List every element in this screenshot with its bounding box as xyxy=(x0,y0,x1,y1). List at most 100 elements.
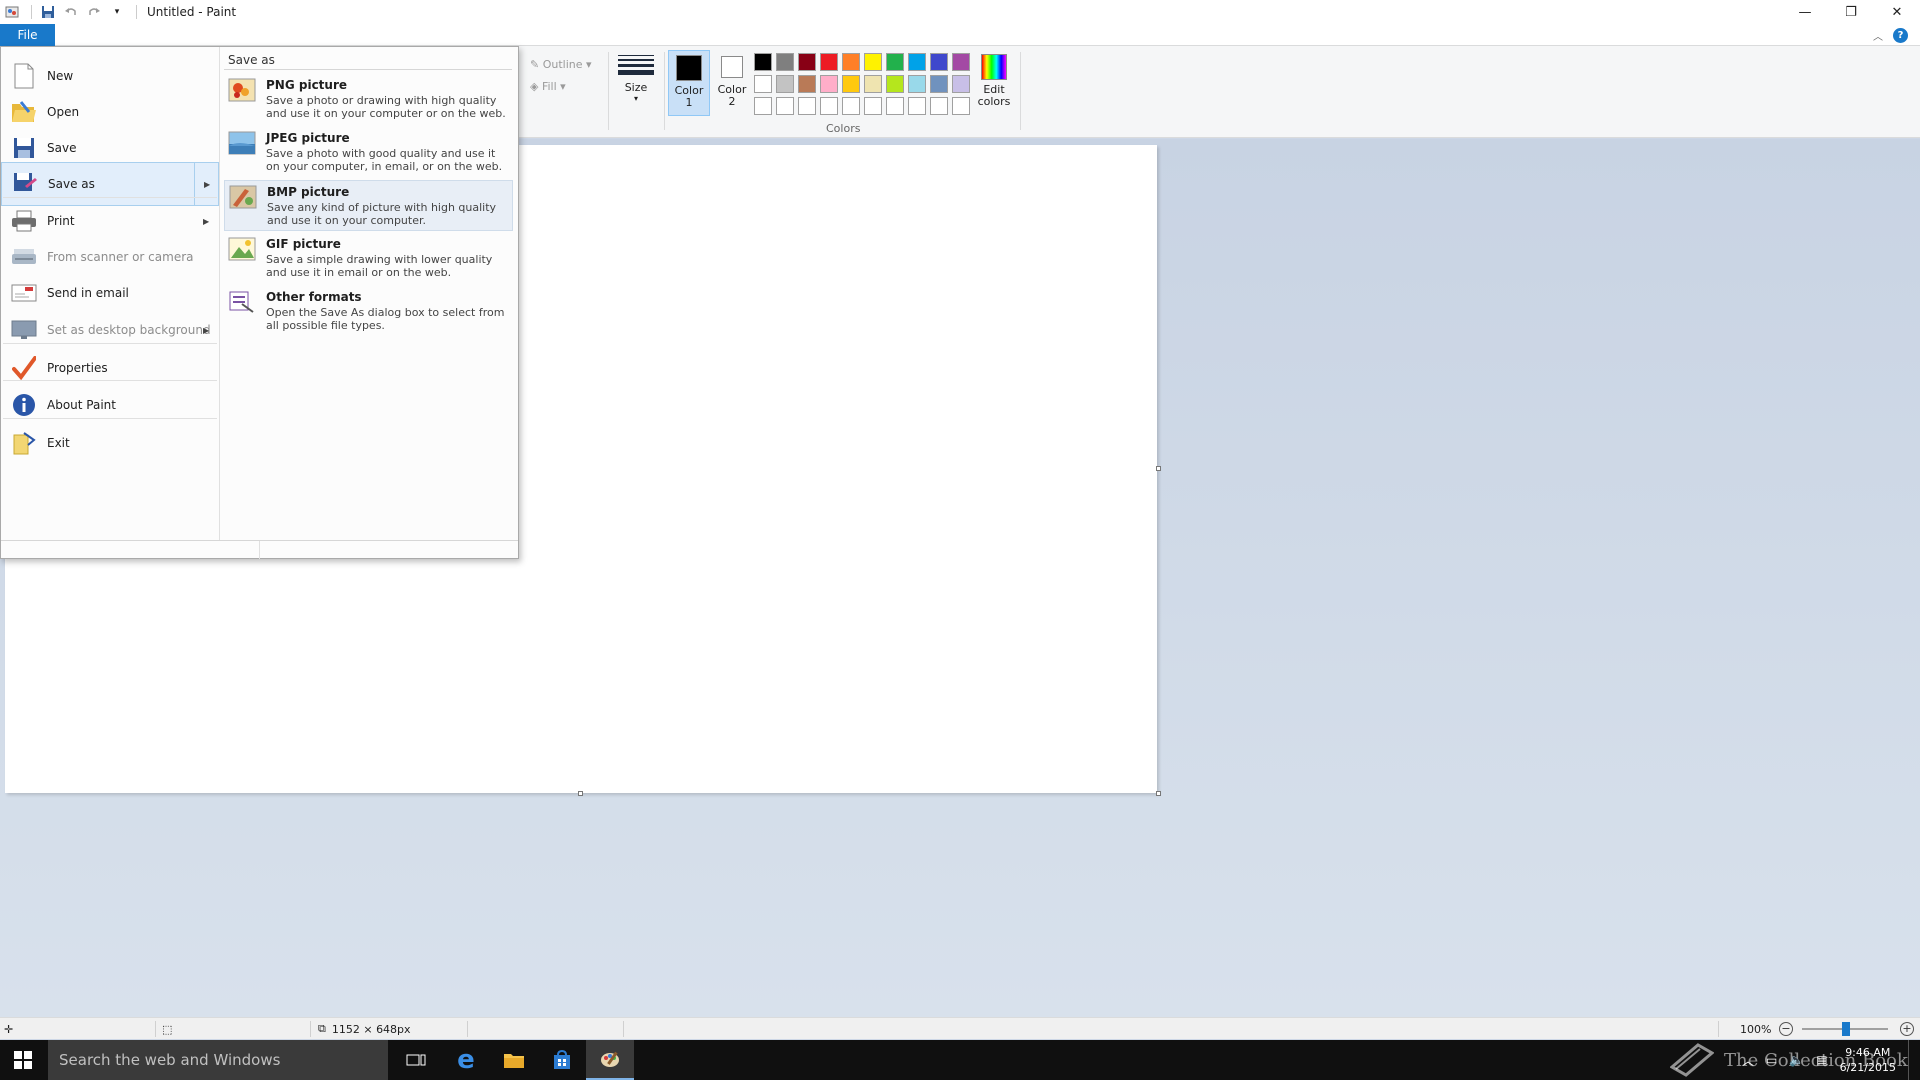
status-divider xyxy=(1718,1021,1719,1037)
palette-swatch[interactable] xyxy=(952,53,970,71)
submenu-arrow-icon[interactable]: ▶ xyxy=(203,217,209,226)
file-menu: New Open Save Save as ▶ Print ▶ From scanner or… xyxy=(0,46,519,559)
minimize-button[interactable]: — xyxy=(1782,0,1828,24)
palette-swatch[interactable] xyxy=(886,97,904,115)
palette-swatch[interactable] xyxy=(952,97,970,115)
palette-swatch[interactable] xyxy=(776,97,794,115)
menu-item-label: Exit xyxy=(47,436,70,450)
palette-swatch[interactable] xyxy=(776,53,794,71)
palette-swatch[interactable] xyxy=(842,75,860,93)
submenu-arrow-icon[interactable]: ▶ xyxy=(203,326,209,335)
start-button[interactable] xyxy=(0,1040,46,1080)
resize-handle-right[interactable] xyxy=(1156,466,1161,471)
palette-swatch[interactable] xyxy=(930,53,948,71)
palette-swatch[interactable] xyxy=(820,75,838,93)
store-icon[interactable] xyxy=(538,1040,586,1080)
menu-divider xyxy=(3,418,217,419)
palette-swatch[interactable] xyxy=(908,97,926,115)
submenu-header: Save as xyxy=(228,53,275,67)
palette-swatch[interactable] xyxy=(842,97,860,115)
restore-button[interactable]: ❐ xyxy=(1828,0,1874,24)
size-button[interactable]: Size ▾ xyxy=(614,52,658,103)
menu-item-label: About Paint xyxy=(47,398,116,412)
palette-swatch[interactable] xyxy=(952,75,970,93)
palette-swatch[interactable] xyxy=(930,97,948,115)
resize-handle-corner[interactable] xyxy=(1156,791,1161,796)
help-icon[interactable]: ? xyxy=(1893,28,1908,43)
save-as-option-gif-picture[interactable]: GIF picture Save a simple drawing with lo… xyxy=(224,233,513,284)
palette-swatch[interactable] xyxy=(864,97,882,115)
palette-swatch[interactable] xyxy=(908,53,926,71)
save-as-option-other-formats[interactable]: Other formats Open the Save As dialog box… xyxy=(224,286,513,337)
clock-time: 9:46 AM xyxy=(1845,1046,1891,1059)
edit-colors-label: Edit colors xyxy=(977,83,1011,108)
png-icon xyxy=(228,78,258,108)
palette-swatch[interactable] xyxy=(864,53,882,71)
redo-icon[interactable] xyxy=(84,2,104,22)
outline-dropdown[interactable]: ✎ Outline ▾ xyxy=(530,54,592,76)
fill-dropdown[interactable]: ◈ Fill ▾ xyxy=(530,76,592,98)
size-dropdown-icon: ▾ xyxy=(633,94,638,103)
open-folder-icon xyxy=(11,99,37,125)
undo-icon[interactable] xyxy=(61,2,81,22)
search-box[interactable]: Search the web and Windows xyxy=(48,1040,388,1080)
ribbon-separator xyxy=(664,52,665,130)
email-icon xyxy=(11,280,37,306)
palette-swatch[interactable] xyxy=(754,97,772,115)
zoom-in-button[interactable]: + xyxy=(1900,1022,1914,1036)
color1-button[interactable]: Color 1 xyxy=(668,50,710,116)
shape-options: ✎ Outline ▾ ◈ Fill ▾ xyxy=(530,54,592,98)
save-as-option-jpeg-picture[interactable]: JPEG picture Save a photo with good quali… xyxy=(224,127,513,178)
menu-item-label: Open xyxy=(47,105,80,119)
clock[interactable]: 9:46 AM 6/21/2015 xyxy=(1840,1045,1896,1075)
file-explorer-icon[interactable] xyxy=(490,1040,538,1080)
footer-divider xyxy=(259,541,260,559)
title-bar: ▾ Untitled - Paint — ❐ ✕ xyxy=(0,0,1920,24)
palette-swatch[interactable] xyxy=(886,53,904,71)
paint-taskbar-icon[interactable] xyxy=(586,1040,634,1080)
palette-swatch[interactable] xyxy=(798,75,816,93)
palette-swatch[interactable] xyxy=(754,53,772,71)
palette-swatch[interactable] xyxy=(820,53,838,71)
menu-divider xyxy=(3,380,217,381)
palette-swatch[interactable] xyxy=(842,53,860,71)
save-as-option-png-picture[interactable]: PNG picture Save a photo or drawing with … xyxy=(224,74,513,125)
palette-swatch[interactable] xyxy=(886,75,904,93)
palette-swatch[interactable] xyxy=(908,75,926,93)
image-size-icon: ⧉ xyxy=(318,1022,326,1035)
close-button[interactable]: ✕ xyxy=(1874,0,1920,24)
customize-qat-icon[interactable]: ▾ xyxy=(107,2,127,22)
edge-browser-icon[interactable]: e xyxy=(442,1040,490,1080)
palette-swatch[interactable] xyxy=(798,97,816,115)
submenu-arrow-icon[interactable]: ▶ xyxy=(204,180,210,189)
show-hidden-icons-icon[interactable]: ︿ xyxy=(1742,1052,1754,1069)
palette-swatch[interactable] xyxy=(864,75,882,93)
file-menu-commands: New Open Save Save as ▶ Print ▶ From scanner or… xyxy=(1,47,219,540)
show-desktop-button[interactable] xyxy=(1908,1040,1912,1080)
network-icon[interactable]: ▭ xyxy=(1766,1053,1777,1067)
save-as-option-bmp-picture[interactable]: BMP picture Save any kind of picture with… xyxy=(224,180,513,231)
file-tab[interactable]: File xyxy=(0,24,55,46)
save-as-option-text: BMP picture Save any kind of picture with… xyxy=(267,185,508,227)
palette-swatch[interactable] xyxy=(930,75,948,93)
resize-handle-bottom[interactable] xyxy=(578,791,583,796)
paint-app-icon[interactable] xyxy=(2,2,22,22)
color2-button[interactable]: Color 2 xyxy=(711,50,753,116)
task-view-icon[interactable] xyxy=(392,1040,440,1080)
palette-swatch[interactable] xyxy=(820,97,838,115)
exit-icon xyxy=(11,430,37,456)
collapse-ribbon-icon[interactable]: ︿ xyxy=(1873,28,1883,43)
save-as-option-text: Other formats Open the Save As dialog box… xyxy=(266,290,509,333)
edit-colors-button[interactable]: Edit colors xyxy=(974,52,1014,108)
menu-item-exit[interactable]: Exit xyxy=(1,421,219,465)
zoom-out-button[interactable]: − xyxy=(1779,1022,1793,1036)
volume-icon[interactable]: 🔈 xyxy=(1789,1053,1804,1067)
zoom-slider-thumb[interactable] xyxy=(1842,1022,1850,1036)
edit-colors-icon xyxy=(981,54,1007,80)
action-center-icon[interactable]: ▤ xyxy=(1816,1053,1827,1067)
status-divider xyxy=(310,1021,311,1037)
save-icon[interactable] xyxy=(38,2,58,22)
palette-swatch[interactable] xyxy=(798,53,816,71)
palette-swatch[interactable] xyxy=(754,75,772,93)
palette-swatch[interactable] xyxy=(776,75,794,93)
